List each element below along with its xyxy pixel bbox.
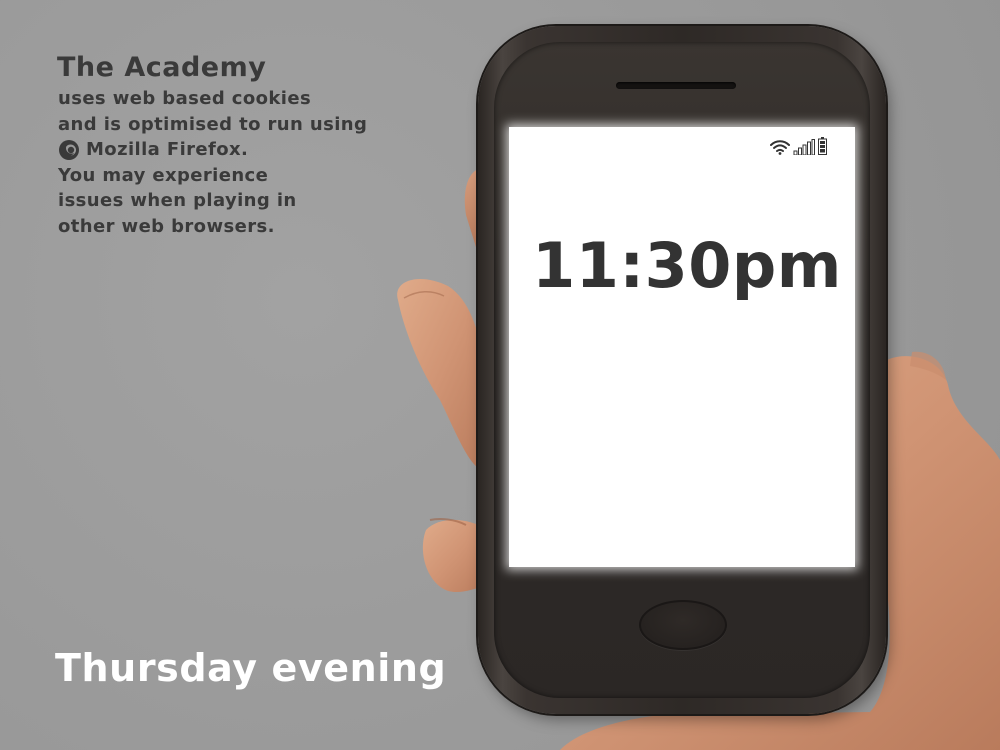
phone-screen: 11:30pm xyxy=(509,127,855,567)
clock-display: 11:30pm xyxy=(532,229,842,302)
scene-background: The Academy uses web based cookies and i… xyxy=(0,0,1000,750)
home-button[interactable] xyxy=(639,600,727,650)
phone-speaker xyxy=(616,82,736,89)
battery-icon xyxy=(818,137,827,159)
smartphone: 11:30pm xyxy=(478,26,886,714)
status-bar xyxy=(770,137,827,159)
wifi-icon xyxy=(770,139,790,159)
signal-icon xyxy=(793,139,815,159)
finger-left-1 xyxy=(397,278,484,470)
scene-caption: Thursday evening xyxy=(55,646,447,690)
